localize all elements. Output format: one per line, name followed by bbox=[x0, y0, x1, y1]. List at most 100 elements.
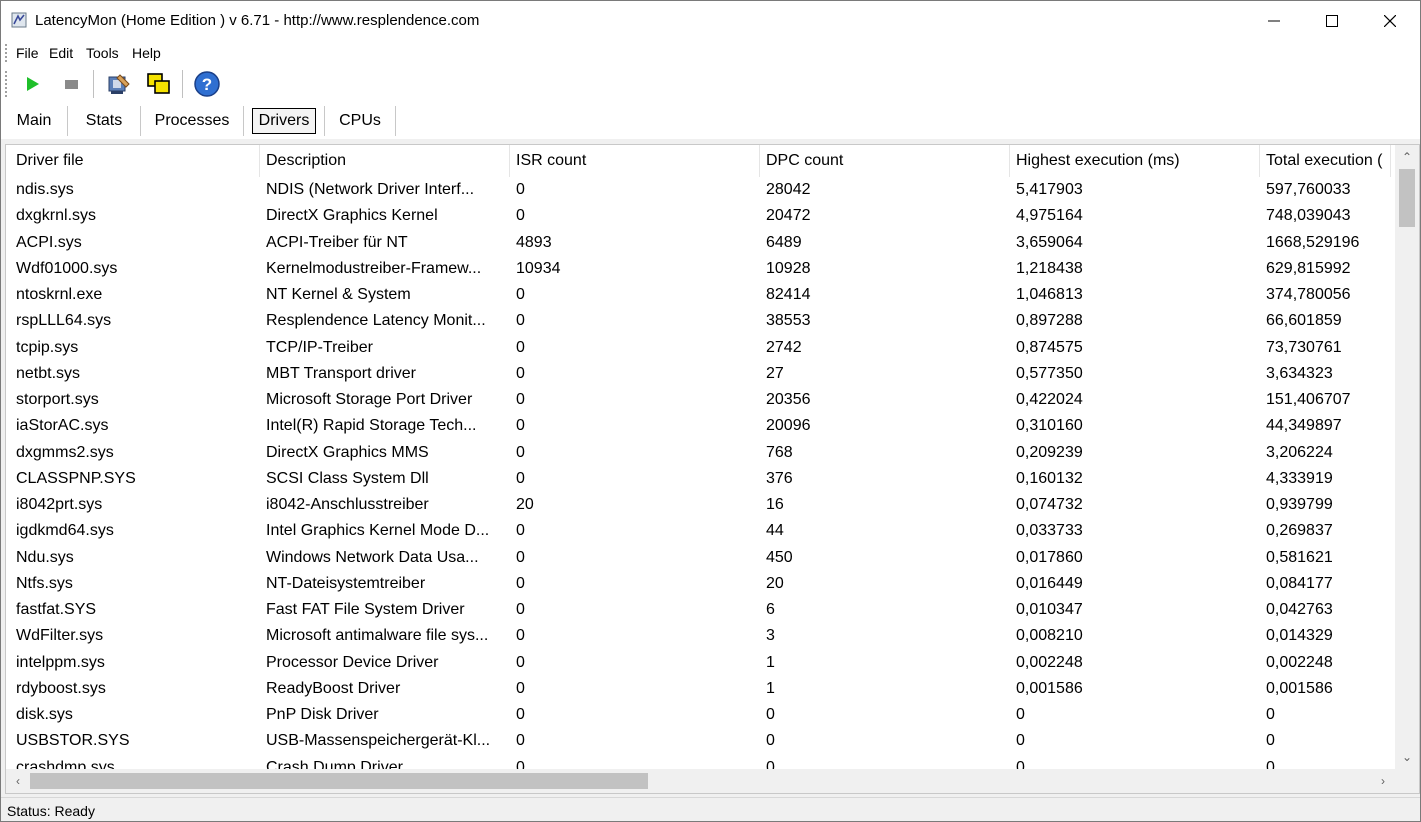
cell-dpc-count: 6489 bbox=[766, 233, 802, 251]
tab-drivers[interactable]: Drivers bbox=[244, 103, 324, 139]
vertical-scroll-thumb[interactable] bbox=[1399, 169, 1415, 227]
cell-total-execution: 748,039043 bbox=[1266, 207, 1351, 225]
tab-main[interactable]: Main bbox=[1, 103, 67, 139]
cell-total-execution: 4,333919 bbox=[1266, 469, 1333, 487]
tab-stats-label: Stats bbox=[85, 112, 123, 129]
table-row[interactable]: intelppm.sys Processor Device Driver 0 1 0,0… bbox=[6, 650, 1391, 676]
cell-dpc-count: 0 bbox=[766, 758, 775, 770]
cell-description: MBT Transport driver bbox=[266, 364, 416, 382]
stop-icon bbox=[65, 80, 78, 89]
cell-description: TCP/IP-Treiber bbox=[266, 338, 373, 356]
column-header-total-execution[interactable]: Total execution ( bbox=[1260, 145, 1391, 177]
menu-file[interactable]: File bbox=[16, 45, 39, 61]
table-row[interactable]: Ndu.sys Windows Network Data Usa... 0 450 0,… bbox=[6, 545, 1391, 571]
cell-isr-count: 0 bbox=[516, 706, 525, 723]
cell-highest-execution: 1,218438 bbox=[1016, 259, 1083, 277]
maximize-button[interactable] bbox=[1303, 1, 1361, 41]
vertical-scrollbar[interactable]: ⌃ ⌄ bbox=[1395, 145, 1419, 769]
cell-description: ReadyBoost Driver bbox=[266, 679, 401, 697]
cell-dpc-count: 3 bbox=[766, 627, 775, 645]
column-header-driver-file[interactable]: Driver file bbox=[10, 145, 260, 177]
scroll-left-arrow-icon[interactable]: ‹ bbox=[6, 769, 30, 793]
tab-drivers-label: Drivers bbox=[251, 108, 317, 134]
cell-total-execution: 0 bbox=[1266, 758, 1275, 770]
table-row[interactable]: ACPI.sys ACPI-Treiber für NT 4893 6489 3,659… bbox=[6, 230, 1391, 256]
table-row[interactable]: rdyboost.sys ReadyBoost Driver 0 1 0,001586 0… bbox=[6, 676, 1391, 702]
menu-tools[interactable]: Tools bbox=[86, 45, 119, 61]
table-row[interactable]: ndis.sys NDIS (Network Driver Interf... 0 2… bbox=[6, 177, 1391, 203]
column-header-highest-execution[interactable]: Highest execution (ms) bbox=[1010, 145, 1260, 177]
table-row[interactable]: CLASSPNP.SYS SCSI Class System Dll 0 376 0,1… bbox=[6, 466, 1391, 492]
column-header-dpc-count[interactable]: DPC count bbox=[760, 145, 1010, 177]
column-header-description[interactable]: Description bbox=[260, 145, 510, 177]
cell-highest-execution: 0,160132 bbox=[1016, 469, 1083, 487]
cell-total-execution: 73,730761 bbox=[1266, 338, 1342, 356]
cell-highest-execution: 1,046813 bbox=[1016, 286, 1083, 303]
cell-dpc-count: 10928 bbox=[766, 259, 811, 277]
cell-isr-count: 0 bbox=[516, 601, 525, 618]
cpu-tool-button[interactable] bbox=[105, 70, 133, 98]
tab-processes[interactable]: Processes bbox=[141, 103, 243, 139]
cell-highest-execution: 0,310160 bbox=[1016, 417, 1083, 435]
start-button[interactable] bbox=[18, 70, 46, 98]
table-row[interactable]: ntoskrnl.exe NT Kernel & System 0 82414 1,04… bbox=[6, 282, 1391, 308]
scrollbar-corner bbox=[1395, 769, 1419, 793]
cell-highest-execution: 5,417903 bbox=[1016, 181, 1083, 198]
table-row[interactable]: i8042prt.sys i8042-Anschlusstreiber 20 16 0,… bbox=[6, 492, 1391, 518]
table-row[interactable]: USBSTOR.SYS USB-Massenspeichergerät-Kl...… bbox=[6, 728, 1391, 754]
table-row[interactable]: disk.sys PnP Disk Driver 0 0 0 0 bbox=[6, 702, 1391, 728]
table-row[interactable]: WdFilter.sys Microsoft antimalware file s… bbox=[6, 623, 1391, 649]
table-row[interactable]: dxgkrnl.sys DirectX Graphics Kernel 0 20472… bbox=[6, 203, 1391, 229]
cell-isr-count: 4893 bbox=[516, 233, 552, 251]
cell-isr-count: 0 bbox=[516, 758, 525, 770]
horizontal-scrollbar[interactable]: ‹ › bbox=[6, 769, 1395, 793]
windows-icon bbox=[147, 73, 170, 94]
table-row[interactable]: Wdf01000.sys Kernelmodustreiber-Framew...… bbox=[6, 256, 1391, 282]
drivers-list-view[interactable]: Driver file Description ISR count DPC co… bbox=[5, 144, 1420, 794]
tab-stats[interactable]: Stats bbox=[68, 103, 140, 139]
scroll-up-arrow-icon[interactable]: ⌃ bbox=[1395, 145, 1419, 169]
horizontal-scroll-thumb[interactable] bbox=[30, 773, 648, 789]
table-row[interactable]: rspLLL64.sys Resplendence Latency Monit..… bbox=[6, 308, 1391, 334]
cell-highest-execution: 0 bbox=[1016, 732, 1025, 750]
table-row[interactable]: igdkmd64.sys Intel Graphics Kernel Mode D… bbox=[6, 518, 1391, 544]
windows-button[interactable] bbox=[145, 70, 173, 98]
cell-description: Intel(R) Rapid Storage Tech... bbox=[266, 417, 477, 435]
scroll-down-arrow-icon[interactable]: ⌄ bbox=[1395, 745, 1419, 769]
table-row[interactable]: tcpip.sys TCP/IP-Treiber 0 2742 0,874575 73,7… bbox=[6, 335, 1391, 361]
cell-total-execution: 597,760033 bbox=[1266, 181, 1351, 198]
scroll-right-arrow-icon[interactable]: › bbox=[1371, 769, 1395, 793]
table-row[interactable]: netbt.sys MBT Transport driver 0 27 0,577350… bbox=[6, 361, 1391, 387]
minimize-button[interactable] bbox=[1245, 1, 1303, 41]
cell-driver-file: netbt.sys bbox=[16, 364, 81, 382]
column-header-isr-count[interactable]: ISR count bbox=[510, 145, 760, 177]
cell-description: ACPI-Treiber für NT bbox=[266, 233, 408, 251]
menu-help[interactable]: Help bbox=[132, 45, 161, 61]
cell-description: Windows Network Data Usa... bbox=[266, 548, 479, 566]
cell-highest-execution: 0,010347 bbox=[1016, 601, 1083, 618]
cell-highest-execution: 0,008210 bbox=[1016, 627, 1083, 645]
toolbar-separator bbox=[93, 70, 94, 98]
table-row[interactable]: dxgmms2.sys DirectX Graphics MMS 0 768 0,209… bbox=[6, 440, 1391, 466]
close-button[interactable] bbox=[1361, 1, 1419, 41]
table-row[interactable]: Ntfs.sys NT-Dateisystemtreiber 0 20 0,016449… bbox=[6, 571, 1391, 597]
title-bar[interactable]: LatencyMon (Home Edition ) v 6.71 - http… bbox=[1, 1, 1420, 41]
stop-button[interactable] bbox=[57, 70, 85, 98]
table-row[interactable]: storport.sys Microsoft Storage Port Drive… bbox=[6, 387, 1391, 413]
cell-description: DirectX Graphics MMS bbox=[266, 443, 429, 461]
cell-total-execution: 66,601859 bbox=[1266, 312, 1342, 330]
cell-isr-count: 20 bbox=[516, 496, 534, 513]
cell-isr-count: 0 bbox=[516, 574, 525, 592]
menu-edit[interactable]: Edit bbox=[49, 45, 73, 61]
table-row[interactable]: fastfat.SYS Fast FAT File System Driver 0 6… bbox=[6, 597, 1391, 623]
cell-driver-file: rspLLL64.sys bbox=[16, 312, 112, 330]
tab-processes-label: Processes bbox=[154, 112, 230, 129]
cell-isr-count: 0 bbox=[516, 732, 525, 750]
cell-dpc-count: 768 bbox=[766, 443, 793, 461]
table-row[interactable]: crashdmp.sys Crash Dump Driver 0 0 0 0 bbox=[6, 755, 1391, 770]
table-row[interactable]: iaStorAC.sys Intel(R) Rapid Storage Tech.… bbox=[6, 413, 1391, 439]
cell-isr-count: 0 bbox=[516, 443, 525, 461]
help-button[interactable]: ? bbox=[193, 70, 221, 98]
tab-cpus[interactable]: CPUs bbox=[325, 103, 395, 139]
cell-driver-file: Ntfs.sys bbox=[16, 574, 73, 592]
